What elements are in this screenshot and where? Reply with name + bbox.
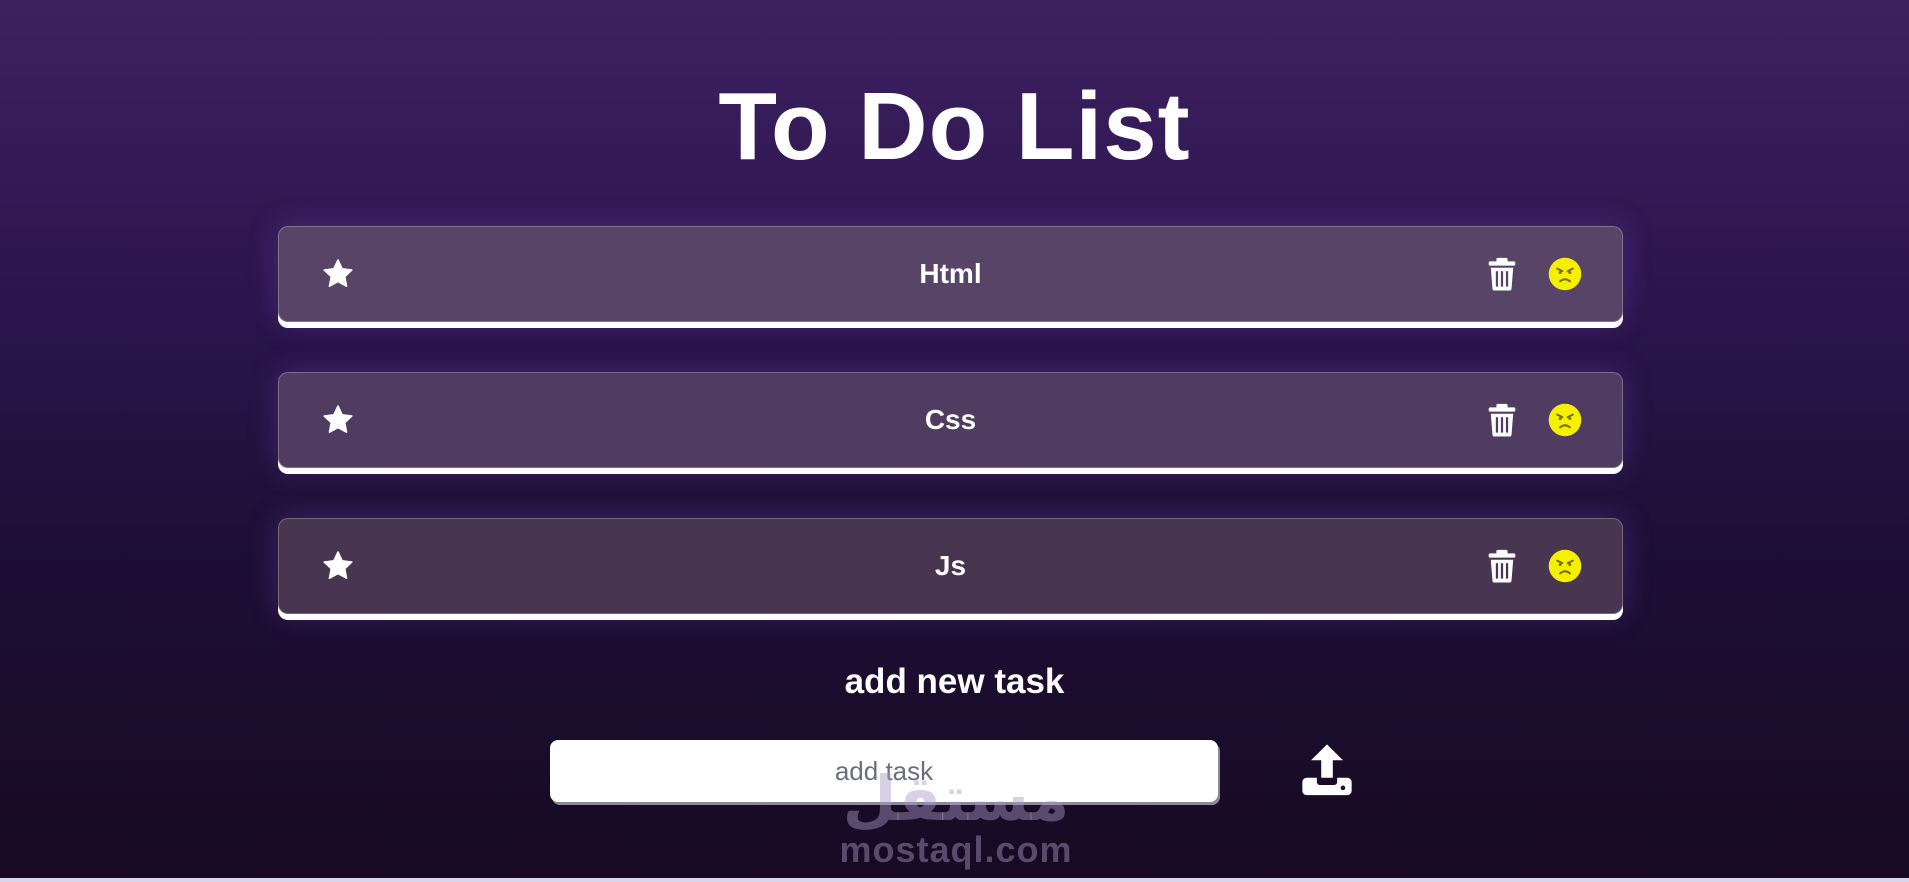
task-list: Html Css Js bbox=[278, 226, 1623, 664]
task-label: Js bbox=[934, 550, 967, 581]
trash-icon[interactable] bbox=[1488, 257, 1516, 291]
task-item: Html bbox=[278, 226, 1623, 322]
watermark-latin: mostaql.com bbox=[839, 829, 1073, 870]
page-title: To Do List bbox=[718, 73, 1191, 180]
trash-icon[interactable] bbox=[1488, 403, 1516, 437]
bottom-strip bbox=[0, 878, 1909, 882]
add-task-input[interactable] bbox=[550, 740, 1218, 802]
angry-face-icon[interactable] bbox=[1548, 403, 1582, 437]
task-label: Css bbox=[924, 404, 977, 435]
star-icon[interactable] bbox=[321, 257, 355, 291]
trash-icon[interactable] bbox=[1488, 549, 1516, 583]
add-task-heading: add new task bbox=[844, 662, 1065, 701]
star-icon[interactable] bbox=[321, 403, 355, 437]
angry-face-icon[interactable] bbox=[1548, 549, 1582, 583]
task-label: Html bbox=[919, 258, 982, 289]
task-item: Css bbox=[278, 372, 1623, 468]
angry-face-icon[interactable] bbox=[1548, 257, 1582, 291]
task-item: Js bbox=[278, 518, 1623, 614]
star-icon[interactable] bbox=[321, 549, 355, 583]
upload-icon[interactable] bbox=[1298, 740, 1356, 798]
